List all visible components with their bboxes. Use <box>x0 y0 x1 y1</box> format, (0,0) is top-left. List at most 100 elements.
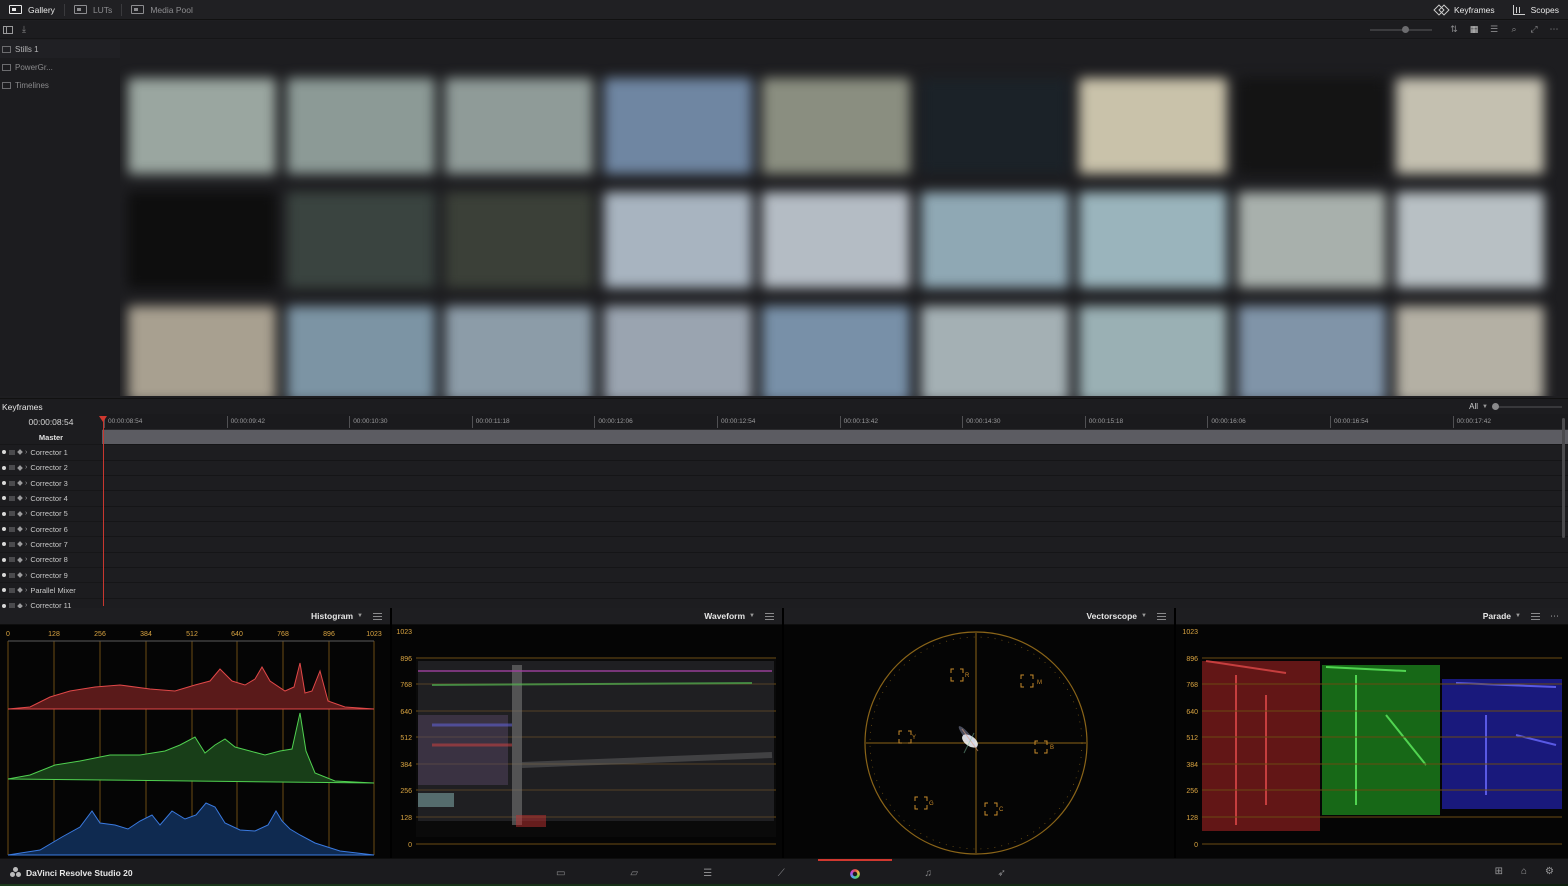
keyframe-diamond-icon[interactable] <box>17 572 23 578</box>
still-thumbnail[interactable] <box>1237 192 1386 288</box>
scope-settings-icon[interactable] <box>373 612 382 620</box>
track-lane[interactable] <box>102 445 1568 461</box>
track-lane[interactable] <box>102 537 1568 553</box>
deliver-page-tab[interactable]: ➶ <box>965 859 1039 886</box>
keyframe-diamond-icon[interactable] <box>17 541 23 548</box>
expand-arrow-icon[interactable]: › <box>25 526 27 533</box>
album-stills-1[interactable]: Stills 1 <box>0 40 120 58</box>
cut-page-tab[interactable]: ▱ <box>598 859 672 886</box>
still-thumbnail[interactable] <box>445 78 593 174</box>
track-row[interactable]: › Corrector 7 <box>0 537 102 553</box>
scope-settings-icon[interactable] <box>1531 612 1540 620</box>
still-thumbnail[interactable] <box>286 78 435 174</box>
fullscreen-button[interactable]: ⤢ <box>1526 22 1542 38</box>
edit-page-tab[interactable]: ☰ <box>671 859 745 886</box>
track-lane[interactable] <box>102 598 1568 608</box>
lock-icon[interactable] <box>9 495 15 501</box>
enable-dot-icon[interactable] <box>2 481 6 486</box>
still-thumbnail[interactable] <box>128 192 276 288</box>
keyframe-filter-dropdown[interactable]: All ▼ <box>1469 402 1488 411</box>
still-thumbnail[interactable] <box>1396 306 1544 396</box>
lock-icon[interactable] <box>9 511 15 517</box>
tab-media-pool[interactable]: Media Pool <box>122 0 202 20</box>
scope-type-dropdown[interactable]: Vectorscope ▼ <box>1086 611 1147 621</box>
more-options-button[interactable]: ⋯ <box>1546 22 1562 38</box>
still-thumbnail[interactable] <box>445 306 593 396</box>
settings-gear-icon[interactable]: ⚙ <box>1545 866 1554 877</box>
expand-arrow-icon[interactable]: › <box>25 464 27 471</box>
still-thumbnail[interactable] <box>1079 192 1227 288</box>
scope-settings-icon[interactable] <box>1157 612 1166 620</box>
search-button[interactable]: ⌕ <box>1506 22 1522 38</box>
track-row[interactable]: › Corrector 8 <box>0 553 102 568</box>
still-thumbnail[interactable] <box>762 78 910 174</box>
track-lane[interactable] <box>102 491 1568 507</box>
still-thumbnail[interactable] <box>920 78 1069 174</box>
scope-type-dropdown[interactable]: Parade ▼ <box>1483 611 1521 621</box>
expand-arrow-icon[interactable]: › <box>25 572 27 579</box>
grid-view-button[interactable]: ▦ <box>1466 22 1482 38</box>
thumbnail-size-slider[interactable] <box>1370 25 1432 33</box>
import-still-button[interactable]: ⤓ <box>16 22 32 38</box>
still-thumbnail[interactable] <box>445 192 593 288</box>
timeline-ruler[interactable]: 00:00:08:54 00:00:09:42 00:00:10:30 00:00:1… <box>102 414 1568 430</box>
still-thumbnail[interactable] <box>1079 306 1227 396</box>
track-lane[interactable] <box>102 475 1568 492</box>
expand-arrow-icon[interactable]: › <box>25 449 27 456</box>
track-row[interactable]: › Corrector 4 <box>0 491 102 507</box>
expand-arrow-icon[interactable]: › <box>25 510 27 517</box>
track-row[interactable]: › Corrector 11 <box>0 599 102 608</box>
track-row[interactable]: › Corrector 5 <box>0 507 102 522</box>
enable-dot-icon[interactable] <box>2 588 6 593</box>
enable-dot-icon[interactable] <box>2 511 6 516</box>
track-row[interactable]: › Parallel Mixer <box>0 583 102 599</box>
enable-dot-icon[interactable] <box>2 542 6 547</box>
lock-icon[interactable] <box>9 541 15 547</box>
track-row[interactable]: › Corrector 2 <box>0 461 102 476</box>
expand-arrow-icon[interactable]: › <box>25 556 27 563</box>
fairlight-page-tab[interactable]: ♫ <box>892 859 966 886</box>
track-row[interactable]: › Corrector 6 <box>0 522 102 538</box>
still-thumbnail[interactable] <box>762 192 910 288</box>
still-thumbnail[interactable] <box>1079 78 1227 174</box>
track-lane[interactable] <box>102 567 1568 584</box>
lock-icon[interactable] <box>9 572 15 578</box>
keyframes-toggle[interactable]: Keyframes <box>1426 0 1504 20</box>
still-thumbnail[interactable] <box>128 78 276 174</box>
still-thumbnail[interactable] <box>603 306 752 396</box>
keyframe-diamond-icon[interactable] <box>17 587 23 594</box>
expand-arrow-icon[interactable]: › <box>25 480 27 487</box>
more-icon[interactable]: ⋯ <box>1550 611 1560 622</box>
keyframe-diamond-icon[interactable] <box>17 495 23 502</box>
track-row[interactable]: › Corrector 1 <box>0 445 102 461</box>
sort-button[interactable]: ⇅ <box>1446 22 1462 38</box>
list-view-button[interactable]: ☰ <box>1486 22 1502 38</box>
keyframe-diamond-icon[interactable] <box>17 449 23 456</box>
track-lane[interactable] <box>102 506 1568 522</box>
still-thumbnail[interactable] <box>920 192 1069 288</box>
track-lane[interactable] <box>102 583 1568 599</box>
album-powergrade[interactable]: PowerGr... <box>0 58 120 76</box>
keyframe-timeline[interactable]: 00:00:08:54 00:00:09:42 00:00:10:30 00:00:1… <box>99 414 1568 608</box>
playhead[interactable] <box>99 416 107 606</box>
keyframe-zoom-slider[interactable] <box>1492 402 1562 410</box>
enable-dot-icon[interactable] <box>2 450 6 455</box>
lock-icon[interactable] <box>9 526 15 532</box>
still-thumbnail[interactable] <box>128 306 276 396</box>
tab-luts[interactable]: LUTs <box>65 0 121 20</box>
tab-gallery[interactable]: Gallery <box>0 0 64 20</box>
color-page-tab[interactable] <box>818 859 892 886</box>
still-thumbnail[interactable] <box>1396 78 1544 174</box>
track-row[interactable]: › Corrector 9 <box>0 568 102 584</box>
lock-icon[interactable] <box>9 449 15 455</box>
album-timelines[interactable]: Timelines <box>0 76 120 94</box>
scope-settings-icon[interactable] <box>765 612 774 620</box>
track-lane[interactable] <box>102 521 1568 538</box>
master-lane[interactable] <box>102 430 1568 446</box>
scopes-toggle[interactable]: Scopes <box>1504 0 1568 20</box>
project-manager-icon[interactable]: ⊞ <box>1495 866 1503 877</box>
still-thumbnail[interactable] <box>603 78 752 174</box>
scope-type-dropdown[interactable]: Histogram ▼ <box>311 611 363 621</box>
expand-arrow-icon[interactable]: › <box>25 541 27 548</box>
expand-arrow-icon[interactable]: › <box>25 495 27 502</box>
